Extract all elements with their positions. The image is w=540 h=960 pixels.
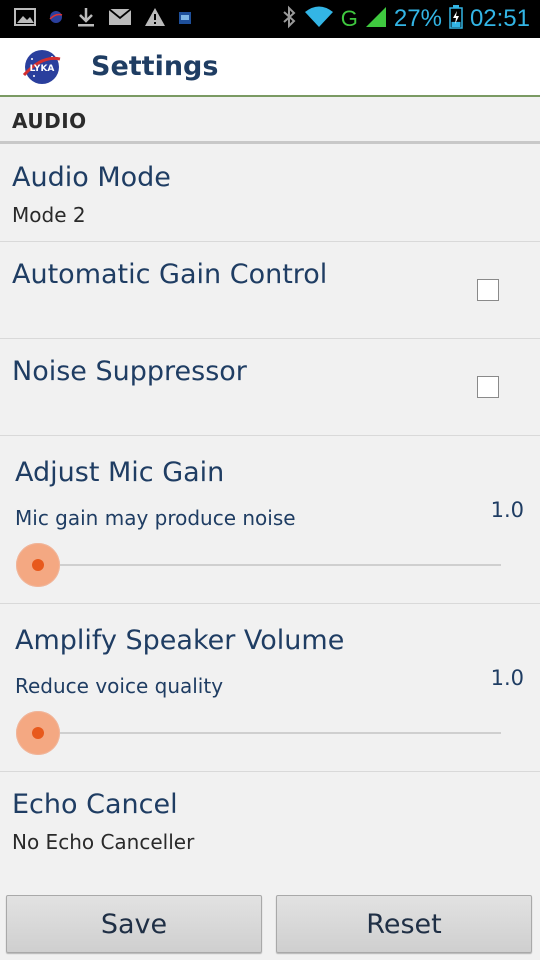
battery-icon bbox=[449, 5, 463, 33]
clock: 02:51 bbox=[469, 5, 530, 32]
category-title: AUDIO bbox=[12, 109, 87, 133]
pref-noise-suppressor[interactable]: Noise Suppressor bbox=[0, 339, 540, 436]
pref-title: Automatic Gain Control bbox=[12, 259, 328, 290]
mic-gain-value: 1.0 bbox=[490, 498, 524, 522]
pref-amplify-speaker-volume: Amplify Speaker Volume Reduce voice qual… bbox=[0, 604, 540, 772]
pref-title: Amplify Speaker Volume bbox=[15, 625, 345, 656]
mic-gain-slider-thumb[interactable] bbox=[16, 543, 60, 587]
pref-title: Noise Suppressor bbox=[12, 356, 247, 387]
signal-icon bbox=[365, 6, 387, 32]
reset-button[interactable]: Reset bbox=[276, 895, 532, 953]
pref-automatic-gain-control[interactable]: Automatic Gain Control bbox=[0, 242, 540, 339]
download-icon bbox=[76, 6, 96, 32]
pref-adjust-mic-gain: Adjust Mic Gain Mic gain may produce noi… bbox=[0, 436, 540, 604]
pref-summary: No Echo Canceller bbox=[12, 830, 195, 854]
lyka-logo-icon[interactable]: LYKA bbox=[22, 47, 62, 87]
notification-icons bbox=[14, 6, 192, 32]
mic-gain-slider-track[interactable] bbox=[38, 564, 501, 566]
bottom-button-bar: Save Reset bbox=[0, 888, 540, 960]
action-bar: LYKA Settings bbox=[0, 38, 540, 97]
speaker-volume-slider-thumb[interactable] bbox=[16, 711, 60, 755]
page-title: Settings bbox=[91, 51, 219, 82]
pref-title: Audio Mode bbox=[12, 162, 171, 193]
pref-title: Adjust Mic Gain bbox=[15, 457, 225, 488]
nasa-notification-icon bbox=[48, 9, 64, 29]
pref-summary: Mic gain may produce noise bbox=[15, 506, 296, 530]
logo-text: LYKA bbox=[30, 64, 55, 74]
network-type: G bbox=[340, 6, 358, 31]
category-header-audio: AUDIO bbox=[0, 97, 540, 144]
pref-summary: Reduce voice quality bbox=[15, 674, 224, 698]
warning-icon bbox=[144, 7, 166, 31]
speaker-volume-slider-track[interactable] bbox=[38, 732, 501, 734]
pref-echo-cancel[interactable]: Echo Cancel No Echo Canceller bbox=[0, 772, 540, 888]
mail-icon bbox=[108, 8, 132, 30]
save-button[interactable]: Save bbox=[6, 895, 262, 953]
battery-percent: 27% bbox=[393, 5, 442, 32]
image-icon bbox=[14, 7, 36, 31]
status-bar: G 27% 02:51 bbox=[0, 0, 540, 38]
speaker-volume-value: 1.0 bbox=[490, 666, 524, 690]
pref-audio-mode[interactable]: Audio Mode Mode 2 bbox=[0, 144, 540, 242]
agc-checkbox[interactable] bbox=[477, 279, 499, 301]
noise-suppressor-checkbox[interactable] bbox=[477, 376, 499, 398]
pref-title: Echo Cancel bbox=[12, 789, 178, 820]
wifi-icon bbox=[304, 5, 334, 33]
app-notification-icon bbox=[178, 10, 192, 29]
bluetooth-icon bbox=[281, 5, 297, 33]
pref-summary: Mode 2 bbox=[12, 203, 86, 227]
system-indicators: G 27% 02:51 bbox=[281, 0, 530, 38]
